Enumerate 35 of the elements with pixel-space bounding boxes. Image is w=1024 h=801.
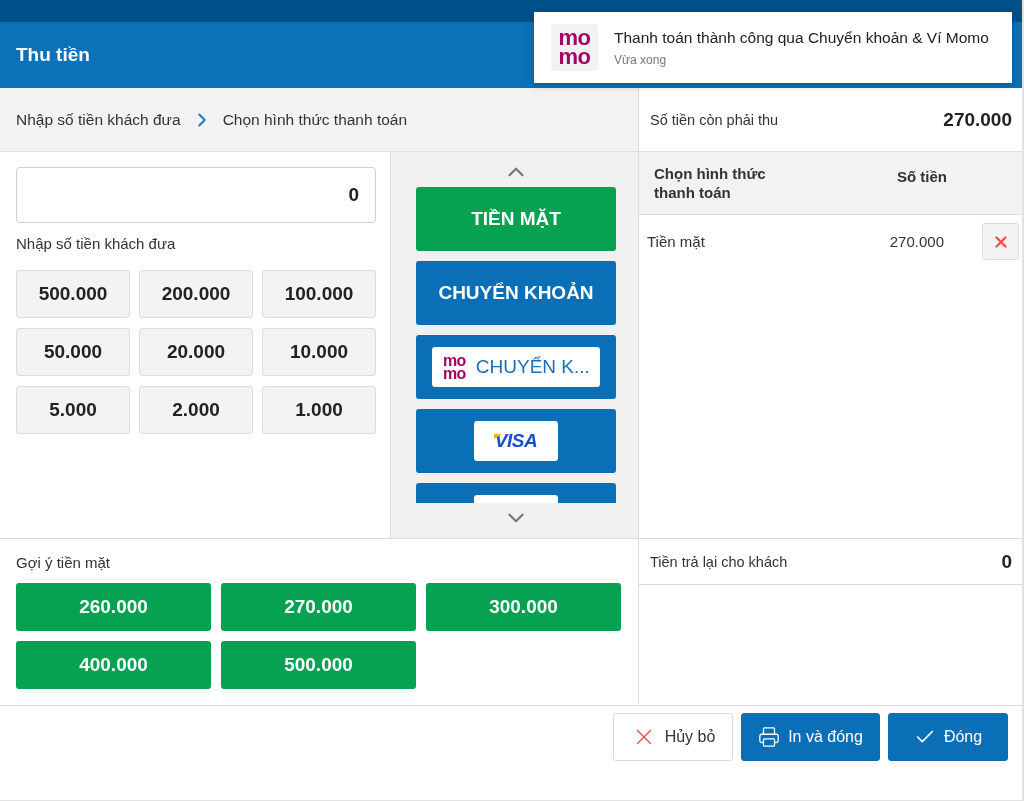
printer-icon xyxy=(758,726,781,748)
notification-message: Thanh toán thành công qua Chuyển khoản & Ví Momo xyxy=(614,28,989,47)
dialog-title: Thu tiền xyxy=(16,44,90,66)
visa-logo: VISA xyxy=(474,421,558,461)
table-cell-text: Tiền mặt xyxy=(647,233,706,250)
delete-button[interactable] xyxy=(982,223,1019,260)
payment-method-button[interactable]: CHUYỂN KHOẢN xyxy=(416,261,616,325)
summary-value: 270.000 xyxy=(943,108,1012,131)
denomination-button[interactable]: 20.000 xyxy=(139,328,253,376)
summary-label: Số tiền còn phải thu xyxy=(650,111,779,128)
section-title: Gợi ý tiền mặt xyxy=(16,554,112,572)
momo-logo: mo mo xyxy=(442,353,467,381)
payment-method-button[interactable]: VISA xyxy=(416,409,616,473)
denomination-button[interactable]: 50.000 xyxy=(16,328,130,376)
denomination-button[interactable]: 2.000 xyxy=(139,386,253,434)
close-button[interactable]: Đóng xyxy=(888,713,1008,761)
column-header: Chọn hình thức thanh toán xyxy=(654,164,767,202)
column-header: Số tiền xyxy=(896,166,948,186)
denomination-button[interactable]: 500.000 xyxy=(16,270,130,318)
denomination-button[interactable]: 100.000 xyxy=(262,270,376,318)
change-value: 0 xyxy=(1001,550,1012,573)
input-label: Nhập số tiền khách đưa xyxy=(16,235,177,253)
denomination-button[interactable]: 5.000 xyxy=(16,386,130,434)
amount-input[interactable]: 0 xyxy=(16,167,376,223)
cancel-button[interactable]: Hủy bỏ xyxy=(613,713,733,761)
table-cell: 270.000 xyxy=(889,233,944,250)
breadcrumb-step[interactable]: Chọn hình thức thanh toán xyxy=(222,110,408,129)
denomination-button[interactable]: 200.000 xyxy=(139,270,253,318)
denomination-button[interactable]: 1.000 xyxy=(262,386,376,434)
momo-logo: mo mo xyxy=(551,24,598,71)
denomination-button[interactable]: 10.000 xyxy=(262,328,376,376)
print-button[interactable]: In và đóng xyxy=(741,713,880,761)
breadcrumb-step[interactable]: Nhập số tiền khách đưa xyxy=(16,110,181,129)
change-label: Tiền trả lại cho khách xyxy=(650,553,788,570)
notification-time: Vừa xong xyxy=(614,52,668,67)
